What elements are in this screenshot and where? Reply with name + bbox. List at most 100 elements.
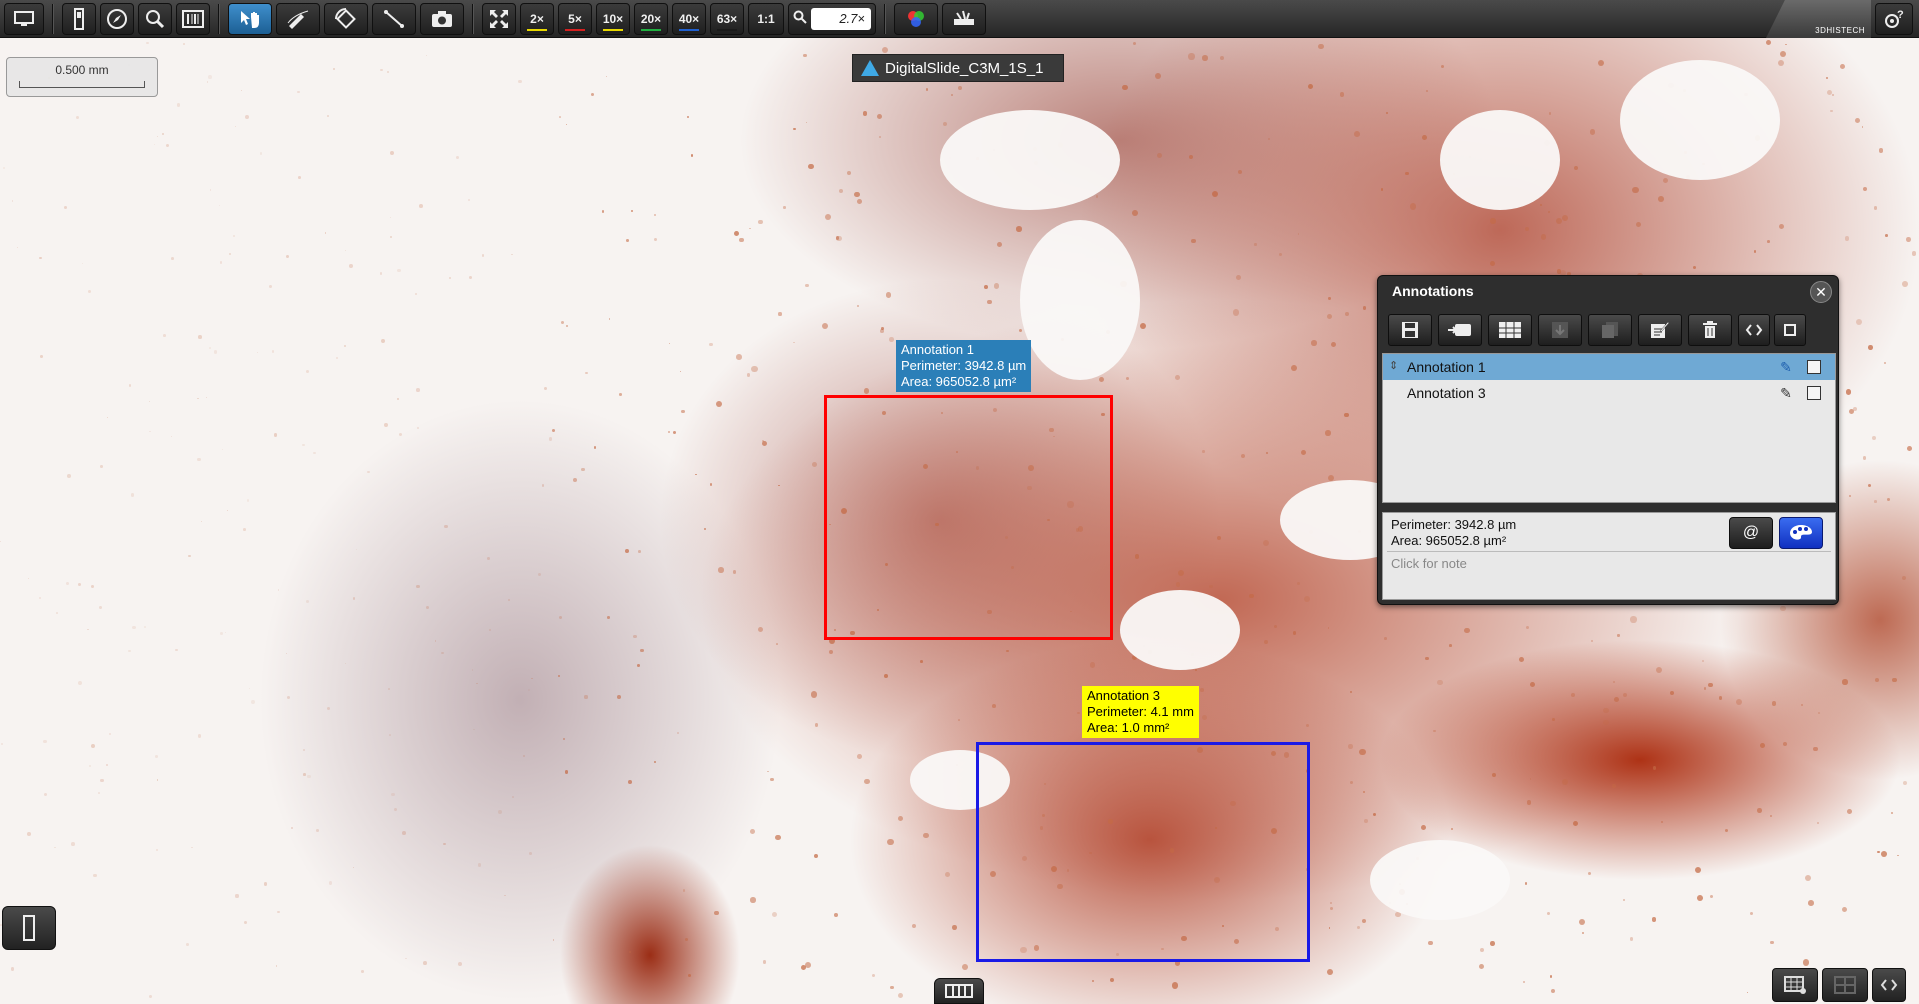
move-down-icon[interactable] <box>1538 314 1582 346</box>
layout-grid-icon[interactable] <box>1822 968 1868 1002</box>
tissue-speckle <box>638 550 642 554</box>
tissue-speckle <box>1753 250 1757 253</box>
tissue-speckle <box>1750 912 1754 916</box>
tissue-speckle <box>473 728 476 731</box>
annotation-1-perimeter: Perimeter: 3942.8 µm <box>901 358 1027 373</box>
tissue-speckle <box>1777 59 1784 66</box>
tissue-speckle <box>27 577 29 579</box>
camera-icon[interactable] <box>420 2 464 35</box>
tissue-speckle <box>763 960 767 964</box>
note-field[interactable]: Click for note <box>1387 551 1831 595</box>
tissue-speckle <box>750 897 756 903</box>
tissue-speckle <box>165 143 170 147</box>
scanner-tray-icon[interactable] <box>942 2 986 35</box>
close-icon[interactable]: ✕ <box>1810 281 1832 303</box>
barcode-icon[interactable] <box>176 2 210 35</box>
tissue-speckle <box>856 304 860 307</box>
tissue-speckle <box>551 429 556 433</box>
zoom-input[interactable]: 2.7× <box>811 7 871 30</box>
tissue-speckle <box>1350 690 1353 694</box>
tissue-speckle <box>1326 313 1332 319</box>
list-item[interactable]: Annotation 3 ✎ <box>1383 380 1835 406</box>
navigator-compass-icon[interactable] <box>100 2 134 35</box>
zoom-preset-button[interactable]: 63× <box>710 2 744 35</box>
zoom-preset-button[interactable]: 40× <box>672 2 706 35</box>
zoom-preset-button[interactable]: 20× <box>634 2 668 35</box>
prev-next-icon[interactable] <box>1738 314 1770 346</box>
save-icon[interactable] <box>1388 314 1432 346</box>
tissue-speckle <box>209 189 211 191</box>
edit-pencil-icon[interactable]: ✎ <box>1775 359 1797 376</box>
delete-icon[interactable] <box>1688 314 1732 346</box>
tissue-speckle <box>898 992 904 998</box>
tissue-speckle <box>240 90 242 92</box>
tissue-speckle <box>510 253 513 256</box>
copy-icon[interactable] <box>1588 314 1632 346</box>
prev-next-slide-icon[interactable] <box>1872 968 1906 1002</box>
scale-bar[interactable]: 0.500 mm <box>6 57 158 97</box>
slide-title-tab[interactable]: DigitalSlide_C3M_1S_1 <box>852 54 1064 82</box>
tissue-speckle <box>1155 72 1162 79</box>
tissue-speckle <box>222 448 224 451</box>
zoom-preset-button[interactable]: 2× <box>520 2 554 35</box>
annotation-3-label[interactable]: Annotation 3 Perimeter: 4.1 mm Area: 1.0… <box>1082 686 1199 738</box>
zoom-one-to-one-button[interactable]: 1:1 <box>748 2 784 35</box>
list-item[interactable]: ⇕ Annotation 1 ✎ <box>1383 354 1835 380</box>
tissue-speckle <box>440 651 444 655</box>
ruler-measure-icon[interactable] <box>372 2 416 35</box>
tissue-speckle <box>163 333 167 337</box>
tissue-speckle <box>1305 723 1310 728</box>
import-icon[interactable] <box>1438 314 1482 346</box>
annotation-3-rectangle[interactable] <box>976 742 1310 962</box>
magnifier-icon[interactable] <box>138 2 172 35</box>
tissue-speckle <box>1191 238 1196 243</box>
monitor-icon[interactable] <box>4 2 44 35</box>
tissue-speckle <box>1856 318 1863 326</box>
rotate-tool-icon[interactable] <box>324 2 368 35</box>
visibility-checkbox[interactable] <box>1807 386 1821 400</box>
zoom-preset-label: 5× <box>568 11 582 26</box>
tissue-speckle <box>1202 55 1208 61</box>
visibility-checkbox[interactable] <box>1807 360 1821 374</box>
drag-handle-icon[interactable]: ⇕ <box>1389 359 1398 372</box>
tissue-speckle <box>1356 926 1360 930</box>
tissue-speckle <box>1325 430 1331 436</box>
edit-pencil-icon[interactable]: ✎ <box>1775 385 1797 402</box>
tissue-speckle <box>303 773 306 776</box>
tissue-speckle <box>277 910 280 914</box>
tissue-speckle <box>805 283 810 288</box>
annotation-1-rectangle[interactable] <box>824 395 1113 640</box>
zoom-preset-button[interactable]: 10× <box>596 2 630 35</box>
help-settings-icon[interactable]: ? <box>1875 3 1913 35</box>
tissue-speckle <box>175 648 178 652</box>
slide-tray-button[interactable] <box>2 906 56 950</box>
maximize-icon[interactable] <box>1774 314 1806 346</box>
zoom-preset-button[interactable]: 5× <box>558 2 592 35</box>
at-link-button[interactable]: @ <box>1729 517 1773 549</box>
pan-hand-icon[interactable] <box>228 2 272 35</box>
color-palette-icon[interactable] <box>1779 517 1823 549</box>
tissue-speckle <box>219 632 223 636</box>
fit-to-screen-icon[interactable] <box>482 2 516 35</box>
tissue-speckle <box>1849 494 1852 497</box>
edit-list-icon[interactable] <box>1638 314 1682 346</box>
tissue-speckle <box>1547 210 1551 214</box>
tissue-speckle <box>1614 696 1619 702</box>
tissue-speckle <box>476 682 478 685</box>
tissue-speckle <box>389 734 391 736</box>
tissue-speckle <box>890 985 895 990</box>
tissue-speckle <box>229 252 232 255</box>
annotation-1-label[interactable]: Annotation 1 Perimeter: 3942.8 µm Area: … <box>896 340 1032 392</box>
slide-holder-icon[interactable] <box>62 2 96 35</box>
tissue-speckle <box>393 807 397 812</box>
thumbnail-strip-toggle[interactable] <box>934 978 984 1004</box>
color-channels-icon[interactable] <box>894 2 938 35</box>
tissue-speckle <box>552 939 555 941</box>
tissue-speckle <box>39 256 42 260</box>
pen-draw-icon[interactable] <box>276 2 320 35</box>
export-csv-icon[interactable] <box>1488 314 1532 346</box>
grid-settings-icon[interactable] <box>1772 968 1818 1002</box>
tissue-speckle <box>306 599 310 603</box>
tissue-speckle <box>416 584 420 589</box>
tissue-speckle <box>1327 627 1330 630</box>
